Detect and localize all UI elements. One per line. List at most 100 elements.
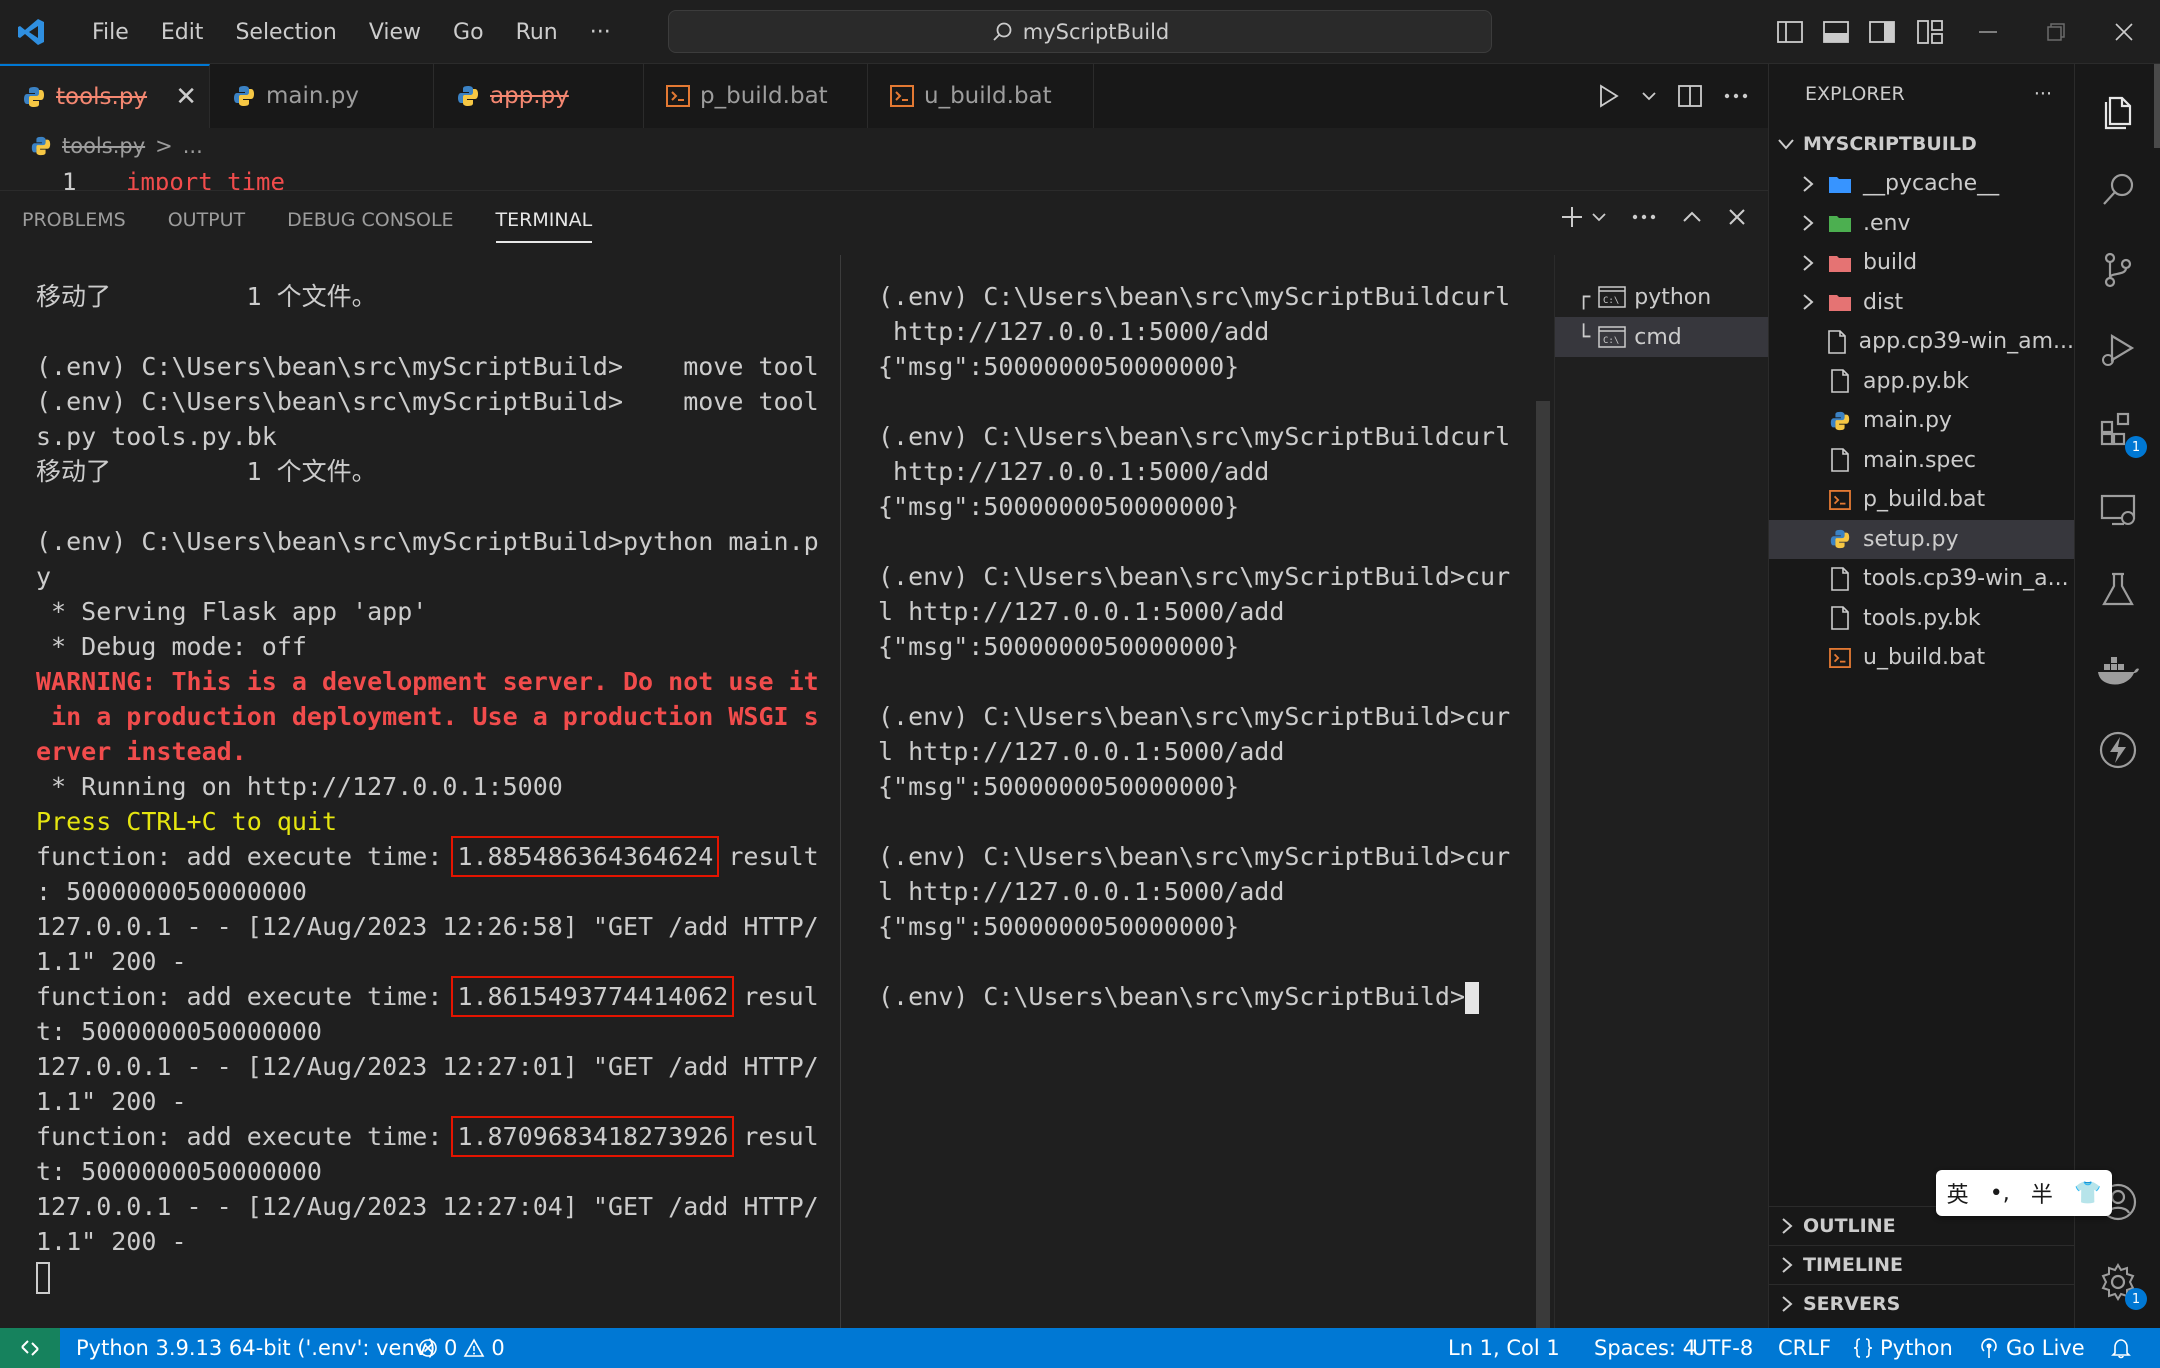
run-debug-icon[interactable]: [2075, 310, 2160, 390]
customize-layout-icon[interactable]: [1906, 0, 1954, 64]
section-servers[interactable]: SERVERS: [1769, 1284, 2075, 1323]
breadcrumb-file[interactable]: tools.py: [62, 134, 145, 158]
encoding[interactable]: UTF-8: [1692, 1328, 1753, 1368]
chevron-down-icon[interactable]: [1592, 212, 1606, 222]
tab-output[interactable]: OUTPUT: [168, 209, 245, 243]
menu-more[interactable]: ···: [574, 20, 627, 45]
tab-terminal[interactable]: TERMINAL: [495, 209, 593, 243]
toggle-panel-icon[interactable]: [1812, 0, 1860, 64]
editor-visible-line[interactable]: 1 import time: [0, 164, 1768, 190]
extensions-icon[interactable]: 1: [2075, 390, 2160, 470]
terminal-split-divider[interactable]: [840, 255, 841, 1329]
explorer-file[interactable]: p_build.bat: [1769, 480, 2074, 520]
explorer-file[interactable]: app.cp39-win_am...: [1769, 322, 2074, 362]
docker-icon[interactable]: [2075, 630, 2160, 710]
explorer-folder[interactable]: dist: [1769, 283, 2074, 323]
error-icon: [419, 1339, 437, 1357]
tab-main-py[interactable]: main.py: [210, 64, 434, 128]
ime-mode[interactable]: 英: [1947, 1177, 1969, 1209]
explorer-file[interactable]: app.py.bk: [1769, 362, 2074, 402]
menu-selection[interactable]: Selection: [219, 20, 352, 45]
menu-run[interactable]: Run: [500, 20, 574, 45]
indentation[interactable]: Spaces: 4: [1594, 1328, 1696, 1368]
window-title: myScriptBuild: [1022, 19, 1170, 44]
vscode-logo-icon[interactable]: [16, 17, 46, 47]
more-actions-icon[interactable]: [1632, 214, 1656, 220]
testing-icon[interactable]: [2075, 550, 2160, 630]
go-live-button[interactable]: Go Live: [1978, 1328, 2085, 1368]
explorer-header: EXPLORER ···: [1769, 64, 2074, 124]
ime-width[interactable]: 半: [2031, 1177, 2053, 1209]
explorer-activity-icon[interactable]: [2075, 70, 2160, 150]
ime-skin-icon[interactable]: 👕: [2074, 1181, 2101, 1206]
command-center[interactable]: myScriptBuild: [668, 10, 1492, 53]
folder-dist-icon: [1827, 292, 1853, 312]
more-actions-icon[interactable]: [1724, 93, 1748, 99]
cursor-position[interactable]: Ln 1, Col 1: [1448, 1328, 1560, 1368]
remote-indicator-icon[interactable]: [0, 1328, 60, 1368]
tab-app-py[interactable]: app.py: [434, 64, 644, 128]
terminal-left[interactable]: 移动了 1 个文件。 (.env) C:\Users\bean\src\myScr…: [36, 279, 836, 1294]
maximize-panel-icon[interactable]: [1682, 211, 1702, 223]
menu-go[interactable]: Go: [437, 20, 500, 45]
chevron-down-icon[interactable]: [1642, 91, 1656, 101]
tab-debug-console[interactable]: DEBUG CONSOLE: [287, 209, 453, 243]
explorer-root-folder[interactable]: MYSCRIPTBUILD: [1769, 124, 2074, 164]
menu-edit[interactable]: Edit: [145, 20, 220, 45]
code-line[interactable]: import time: [126, 168, 285, 190]
terminal-item-python[interactable]: ┌ C:\ python: [1555, 277, 1768, 317]
terminal-text: (.env) C:\Users\bean\src\myScriptBuild>: [878, 982, 1465, 1011]
thunder-client-icon[interactable]: [2075, 710, 2160, 790]
menu-view[interactable]: View: [353, 20, 437, 45]
minimize-icon[interactable]: [1964, 0, 2012, 64]
tab-p-build-bat[interactable]: p_build.bat: [644, 64, 868, 128]
terminal-item-cmd[interactable]: └ C:\ cmd: [1555, 317, 1768, 357]
settings-gear-icon[interactable]: 1: [2075, 1242, 2160, 1322]
explorer-file[interactable]: main.spec: [1769, 441, 2074, 481]
close-panel-icon[interactable]: [1728, 208, 1746, 226]
terminal-line: (.env) C:\Users\bean\src\myScriptBuild> …: [36, 384, 836, 419]
explorer-file[interactable]: tools.cp39-win_a...: [1769, 559, 2074, 599]
explorer-folder[interactable]: build: [1769, 243, 2074, 283]
language-mode[interactable]: Python: [1852, 1328, 1953, 1368]
explorer-more-icon[interactable]: ···: [2034, 83, 2052, 105]
remote-explorer-icon[interactable]: [2075, 470, 2160, 550]
terminal-line: l http://127.0.0.1:5000/add: [878, 594, 1518, 629]
source-control-icon[interactable]: [2075, 230, 2160, 310]
explorer-file[interactable]: setup.py: [1769, 519, 2074, 559]
ime-punctuation[interactable]: •,: [1990, 1181, 2010, 1206]
terminal-line: in a production deployment. Use a produc…: [36, 699, 836, 734]
terminal-scrollbar[interactable]: [1536, 401, 1550, 1329]
terminal-text: erver instead.: [36, 737, 247, 766]
menu-file[interactable]: File: [76, 20, 145, 45]
explorer-file[interactable]: tools.py.bk: [1769, 599, 2074, 639]
close-tab-icon[interactable]: ✕: [175, 82, 197, 112]
split-editor-icon[interactable]: [1678, 85, 1702, 107]
search-activity-icon[interactable]: [2075, 150, 2160, 230]
explorer-folder[interactable]: __pycache__: [1769, 164, 2074, 204]
ime-toolbar[interactable]: 英 •, 半 👕: [1936, 1170, 2112, 1216]
error-count: 0: [444, 1336, 458, 1360]
toggle-primary-sidebar-icon[interactable]: [1766, 0, 1814, 64]
tab-problems[interactable]: PROBLEMS: [22, 209, 126, 243]
search-icon: [993, 22, 1012, 41]
toggle-secondary-sidebar-icon[interactable]: [1858, 0, 1906, 64]
explorer-file[interactable]: main.py: [1769, 401, 2074, 441]
python-interpreter[interactable]: Python 3.9.13 64-bit ('.env': venv): [76, 1328, 435, 1368]
problems-indicator[interactable]: 0 0: [418, 1328, 505, 1368]
section-timeline[interactable]: TIMELINE: [1769, 1245, 2075, 1284]
run-python-file-icon[interactable]: [1598, 84, 1620, 108]
notifications-bell-icon[interactable]: [2110, 1328, 2132, 1368]
close-window-icon[interactable]: [2100, 0, 2148, 64]
restore-icon[interactable]: [2032, 0, 2080, 64]
breadcrumb-symbols[interactable]: ...: [183, 134, 203, 158]
terminal-right[interactable]: (.env) C:\Users\bean\src\myScriptBuildcu…: [878, 279, 1518, 1014]
tab-u-build-bat[interactable]: u_build.bat: [868, 64, 1094, 128]
new-terminal-icon[interactable]: [1560, 205, 1584, 229]
line-ending[interactable]: CRLF: [1778, 1328, 1831, 1368]
explorer-item-label: tools.cp39-win_a...: [1863, 566, 2069, 592]
explorer-file[interactable]: u_build.bat: [1769, 638, 2074, 678]
explorer-folder[interactable]: .env: [1769, 204, 2074, 244]
tab-tools-py[interactable]: tools.py ✕: [0, 64, 210, 128]
terminal-text: in a production deployment. Use a produc…: [36, 702, 819, 731]
